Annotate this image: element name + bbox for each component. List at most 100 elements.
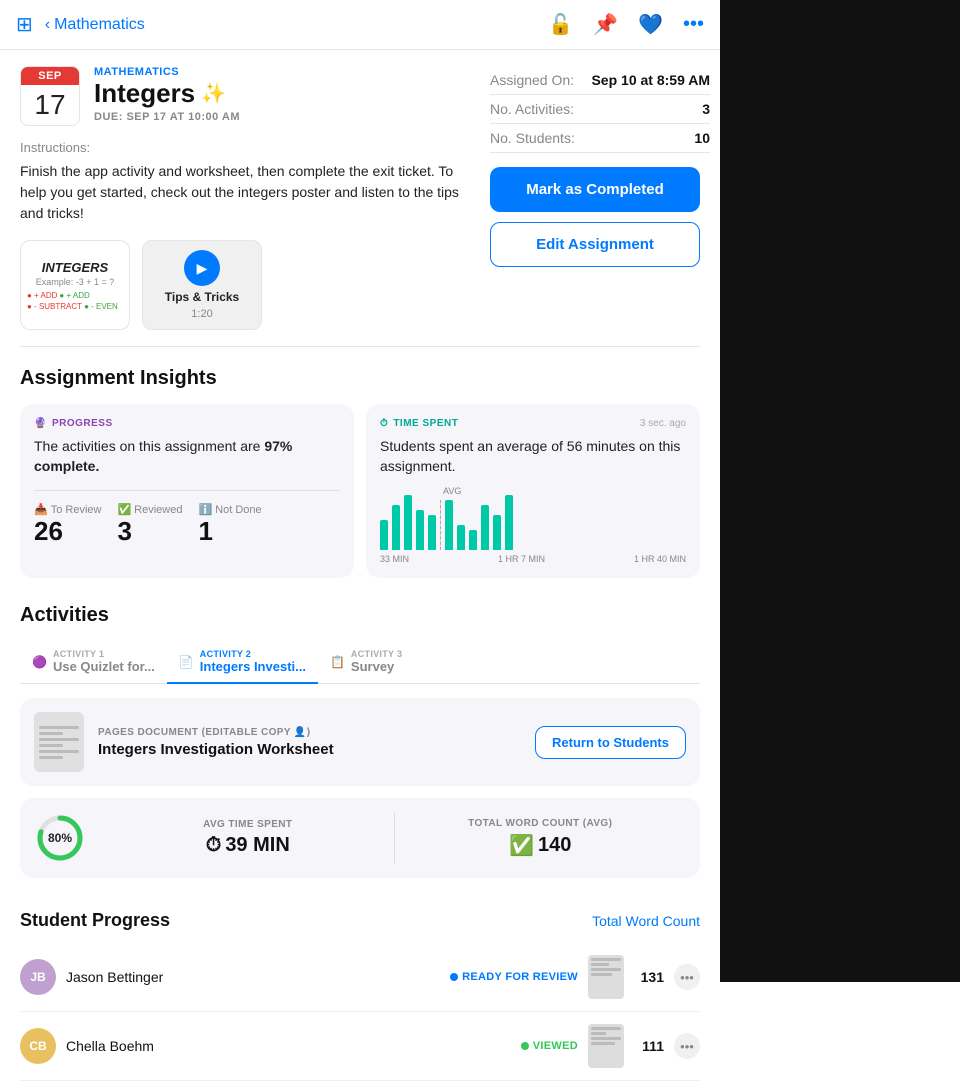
instructions-label: Instructions:: [20, 140, 460, 155]
left-column: SEP 17 MATHEMATICS Integers ✨ DUE: SEP 1…: [0, 50, 480, 346]
back-button[interactable]: ‹ Mathematics: [45, 16, 145, 34]
progress-pct-label: 80%: [34, 812, 86, 864]
reviewed-value: 3: [117, 516, 182, 547]
return-to-students-button[interactable]: Return to Students: [535, 726, 686, 759]
avg-time-label: AVG TIME SPENT: [203, 819, 292, 830]
doc-info: PAGES DOCUMENT (EDITABLE COPY 👤) Integer…: [98, 727, 521, 758]
chevron-left-icon: ‹: [45, 16, 50, 34]
tab-3-name: Survey: [351, 659, 402, 674]
assignment-title: Integers ✨: [94, 78, 460, 109]
more-button-2[interactable]: •••: [674, 1033, 700, 1059]
mark-completed-button[interactable]: Mark as Completed: [490, 167, 700, 212]
survey-icon: 📋: [330, 655, 345, 669]
integers-legend: ● + ADD ● + ADD ● - SUBTRACT ● - EVEN: [27, 291, 123, 311]
total-word-count-link[interactable]: Total Word Count: [592, 913, 700, 929]
doc-thumbnail: [34, 712, 84, 772]
tab-activity-1[interactable]: 🟣 ACTIVITY 1 Use Quizlet for...: [20, 641, 167, 684]
edit-assignment-button[interactable]: Edit Assignment: [490, 222, 700, 267]
heart-icon[interactable]: 💙: [638, 12, 663, 37]
bar-8: [469, 530, 477, 550]
tab-1-number: ACTIVITY 1: [53, 649, 155, 659]
tips-tricks-tile[interactable]: ▶ Tips & Tricks 1:20: [142, 240, 262, 330]
avatar-jb: JB: [20, 959, 56, 995]
right-info: Assigned On: Sep 10 at 8:59 AM No. Activ…: [490, 66, 710, 153]
bar-1: [380, 520, 388, 550]
integers-subtitle: Example: -3 + 1 = ?: [36, 277, 115, 287]
title-text: Integers: [94, 78, 195, 109]
bar-chart: AVG: [380, 490, 686, 550]
play-button[interactable]: ▶: [184, 250, 220, 286]
chart-labels: 33 MIN 1 HR 7 MIN 1 HR 40 MIN: [380, 554, 686, 564]
doc-type: PAGES DOCUMENT (EDITABLE COPY 👤): [98, 727, 521, 738]
assigned-on-label: Assigned On:: [490, 72, 574, 88]
tab-2-name: Integers Investi...: [200, 659, 306, 674]
right-column: Assigned On: Sep 10 at 8:59 AM No. Activ…: [480, 50, 720, 346]
instructions-block: Instructions: Finish the app activity an…: [20, 140, 460, 224]
thumb-line-5: [39, 750, 79, 753]
not-done-label: ℹ️ Not Done: [198, 503, 261, 516]
tab-activity-3[interactable]: 📋 ACTIVITY 3 Survey: [318, 641, 414, 684]
action-buttons: Mark as Completed Edit Assignment: [490, 167, 700, 267]
instructions-text: Finish the app activity and worksheet, t…: [20, 161, 460, 224]
student-thumb-2[interactable]: [588, 1024, 624, 1068]
checkmark-icon: ✅: [509, 833, 534, 858]
calendar-day: 17: [34, 85, 65, 125]
avg-line: AVG: [440, 500, 441, 550]
thumb-lines: [39, 726, 79, 759]
dot-review: [450, 973, 458, 981]
thumb-line-6: [39, 756, 63, 759]
time-ago: 3 sec. ago: [640, 418, 686, 429]
insights-cards: 🔮 PROGRESS The activities on this assign…: [20, 404, 700, 578]
assignment-header: SEP 17 MATHEMATICS Integers ✨ DUE: SEP 1…: [20, 66, 460, 126]
sidebar-icon[interactable]: ⊞: [16, 12, 33, 37]
time-spent-text: Students spent an average of 56 minutes …: [380, 437, 686, 476]
status-badge-viewed: VIEWED: [521, 1040, 578, 1052]
student-thumb-1[interactable]: [588, 955, 624, 999]
no-students-row: No. Students: 10: [490, 124, 710, 153]
activity-tabs: 🟣 ACTIVITY 1 Use Quizlet for... 📄 ACTIVI…: [20, 641, 700, 684]
word-count-stat: TOTAL WORD COUNT (AVG) ✅ 140: [395, 812, 687, 864]
progress-icon: 🔮: [34, 418, 47, 429]
tab-activity-2[interactable]: 📄 ACTIVITY 2 Integers Investi...: [167, 641, 318, 684]
reviewed-stat: ✅ Reviewed 3: [117, 503, 182, 547]
quizlet-icon: 🟣: [32, 655, 47, 669]
back-label[interactable]: Mathematics: [54, 16, 145, 34]
time-spent-card: ⏱ TIME SPENT 3 sec. ago Students spent a…: [366, 404, 700, 578]
tab-2-number: ACTIVITY 2: [200, 649, 306, 659]
sparkle-icon: ✨: [201, 81, 226, 106]
student-name-2: Chella Boehm: [66, 1038, 511, 1054]
insights-title: Assignment Insights: [20, 367, 700, 390]
student-row: CB Chella Boehm VIEWED 111 •••: [20, 1012, 700, 1081]
to-review-label: 📥 To Review: [34, 503, 101, 516]
progress-circle: 80%: [34, 812, 86, 864]
integers-poster-tile[interactable]: INTEGERS Example: -3 + 1 = ? ● + ADD ● +…: [20, 240, 130, 330]
assigned-on-value: Sep 10 at 8:59 AM: [591, 72, 710, 88]
student-name-1: Jason Bettinger: [66, 969, 440, 985]
student-progress-header: Student Progress Total Word Count: [20, 910, 700, 931]
word-count-value: ✅ 140: [509, 833, 571, 858]
unlock-icon[interactable]: 🔓: [548, 12, 573, 37]
pin-icon[interactable]: 📌: [593, 12, 618, 37]
no-students-label: No. Students:: [490, 130, 575, 146]
pages-icon: 📄: [179, 655, 194, 669]
status-badge-review: READY FOR REVIEW: [450, 971, 578, 983]
stats-row: 📥 To Review 26 ✅ Reviewed 3: [34, 490, 340, 547]
no-activities-label: No. Activities:: [490, 101, 574, 117]
bar-5: [428, 515, 436, 550]
tips-duration: 1:20: [191, 308, 212, 320]
tab-3-number: ACTIVITY 3: [351, 649, 402, 659]
doc-stats-row: 80% AVG TIME SPENT ⏱ 39 MIN TOTAL WORD C…: [20, 798, 700, 878]
bar-11: [505, 495, 513, 550]
bar-4: [416, 510, 424, 550]
word-count-label: TOTAL WORD COUNT (AVG): [468, 818, 612, 829]
dot-viewed: [521, 1042, 529, 1050]
student-word-count-1: 131: [634, 969, 664, 985]
more-button-1[interactable]: •••: [674, 964, 700, 990]
assignment-info: MATHEMATICS Integers ✨ DUE: SEP 17 AT 10…: [94, 66, 460, 126]
student-progress-title: Student Progress: [20, 910, 170, 931]
bar-7: [457, 525, 465, 550]
avg-time-value: ⏱ 39 MIN: [206, 834, 290, 857]
more-icon[interactable]: •••: [683, 13, 704, 36]
no-students-value: 10: [694, 130, 710, 146]
student-progress-section: Student Progress Total Word Count JB Jas…: [0, 894, 720, 1089]
